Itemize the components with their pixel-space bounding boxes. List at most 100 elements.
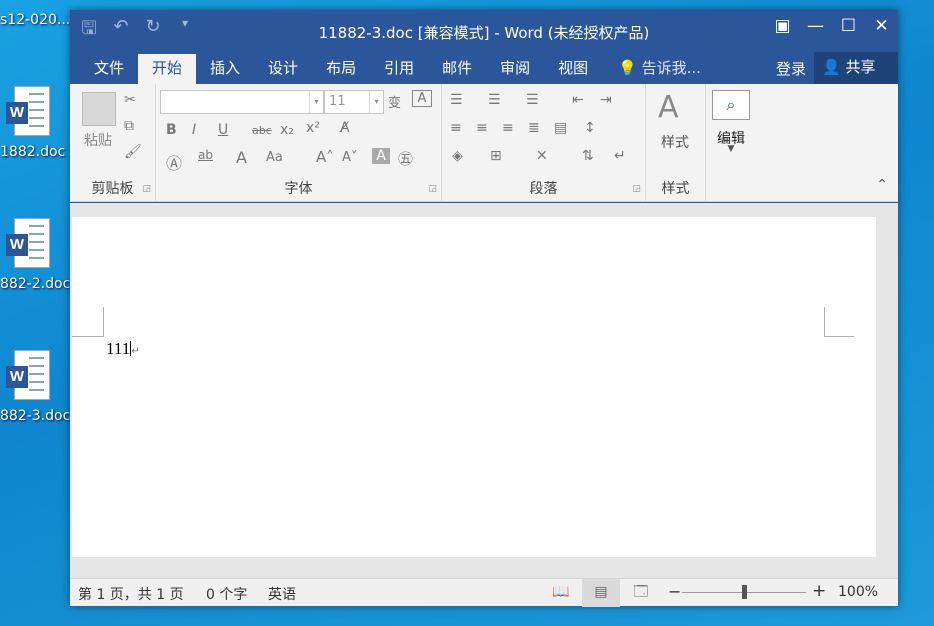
shrink-font-icon[interactable]: A˅: [342, 150, 357, 165]
tell-me-box[interactable]: 💡 告诉我...: [618, 54, 701, 84]
font-family-combo[interactable]: ▾: [160, 90, 324, 114]
group-clipboard: 粘贴 ✂ ⧉ 🖌 剪贴板 ◲: [70, 84, 156, 202]
ribbon-display-icon[interactable]: ▣: [766, 10, 799, 42]
title-bar: 🖫 ↶ ↻ ▾ 11882-3.doc [兼容模式] - Word (未经授权产…: [70, 10, 898, 52]
dialog-launcher-icon[interactable]: ◲: [142, 184, 151, 194]
tab-mailings[interactable]: 邮件: [428, 54, 486, 84]
align-center-icon[interactable]: ≡: [476, 120, 488, 136]
group-label-paragraph: 段落: [529, 181, 558, 197]
decrease-indent-icon[interactable]: ⇤: [572, 92, 584, 108]
search-icon[interactable]: ⌕: [712, 90, 750, 120]
change-case-icon[interactable]: Aa: [266, 150, 283, 165]
borders-icon[interactable]: ⊞: [490, 148, 502, 164]
status-bar: 第 1 页，共 1 页 0 个字 英语 📖 ▤ 🗔 − + 100%: [70, 578, 898, 607]
tab-review[interactable]: 审阅: [486, 54, 544, 84]
char-shading-icon[interactable]: A: [372, 148, 390, 164]
desktop-doc-icon-3[interactable]: W 882-3.doc: [0, 350, 70, 424]
underline-icon[interactable]: U: [218, 122, 228, 138]
collapse-ribbon-icon[interactable]: ⌃: [876, 177, 888, 193]
minimize-button[interactable]: —: [799, 10, 832, 42]
share-button[interactable]: 👤 共享: [814, 52, 898, 84]
distributed-icon[interactable]: ▤: [554, 120, 567, 136]
document-text[interactable]: 111↵: [106, 339, 140, 359]
multilevel-list-icon[interactable]: ☰: [526, 92, 539, 108]
justify-icon[interactable]: ≣: [528, 120, 540, 136]
zoom-in-button[interactable]: +: [812, 581, 826, 601]
word-count[interactable]: 0 个字: [206, 584, 247, 604]
tab-view[interactable]: 视图: [544, 54, 602, 84]
line-spacing-icon[interactable]: ↕: [584, 120, 596, 136]
tab-references[interactable]: 引用: [370, 54, 428, 84]
margin-corner-mark: [72, 307, 104, 337]
cut-icon[interactable]: ✂: [124, 92, 136, 108]
tab-insert[interactable]: 插入: [196, 54, 254, 84]
tab-design[interactable]: 设计: [254, 54, 312, 84]
font-size-combo[interactable]: 11 ▾: [324, 90, 384, 114]
web-layout-icon[interactable]: 🗔: [622, 579, 660, 607]
desktop-doc-icon-1[interactable]: W 1882.doc: [0, 86, 70, 160]
highlight-icon[interactable]: ab: [198, 148, 213, 162]
close-button[interactable]: ✕: [865, 10, 898, 42]
lightbulb-icon: 💡: [618, 59, 637, 77]
char-border-icon[interactable]: A: [412, 90, 432, 107]
paragraph-mark-icon: ↵: [131, 346, 140, 357]
word-doc-icon: W: [6, 350, 50, 404]
login-button[interactable]: 登录: [776, 58, 806, 79]
italic-icon[interactable]: I: [192, 122, 196, 138]
zoom-level[interactable]: 100%: [838, 584, 878, 600]
copy-icon[interactable]: ⧉: [124, 118, 134, 134]
subscript-icon[interactable]: x₂: [280, 122, 294, 138]
numbering-icon[interactable]: ☰: [488, 92, 501, 108]
document-page[interactable]: 111↵: [72, 217, 876, 557]
increase-indent-icon[interactable]: ⇥: [600, 92, 612, 108]
document-area[interactable]: 111↵: [70, 203, 898, 578]
strikethrough-icon[interactable]: abc: [252, 124, 272, 137]
group-styles: A 样式 样式: [646, 84, 706, 202]
show-marks-icon[interactable]: ↵: [614, 148, 626, 164]
dialog-launcher-icon[interactable]: ◲: [428, 184, 437, 194]
group-label-font: 字体: [284, 181, 313, 197]
shading-icon[interactable]: ◈: [452, 148, 463, 164]
desktop-doc-icon-2[interactable]: W 882-2.doc: [0, 218, 70, 292]
read-mode-icon[interactable]: 📖: [542, 579, 580, 607]
group-font: ▾ 11 ▾ 变 A B I U abc x₂ x² A̸ Ⓐ ab A Aa A…: [156, 84, 442, 202]
align-left-icon[interactable]: ≡: [450, 120, 462, 136]
bold-icon[interactable]: B: [166, 122, 177, 138]
ribbon: 粘贴 ✂ ⧉ 🖌 剪贴板 ◲ ▾ 11 ▾ 变 A B I U abc x₂ x²…: [70, 84, 898, 202]
window-controls: ▣ — ☐ ✕: [766, 10, 898, 42]
tab-layout[interactable]: 布局: [312, 54, 370, 84]
text-effects-icon[interactable]: Ⓐ: [166, 150, 182, 174]
maximize-button[interactable]: ☐: [832, 10, 865, 42]
styles-button[interactable]: 样式: [650, 132, 700, 152]
desktop-file-label[interactable]: s12-020...: [0, 12, 70, 28]
superscript-icon[interactable]: x²: [306, 120, 320, 136]
chinese-layout-icon[interactable]: ✕: [536, 148, 548, 164]
tab-file[interactable]: 文件: [80, 54, 138, 84]
group-paragraph: ☰ ☰ ☰ ⇤ ⇥ ≡ ≡ ≡ ≣ ▤ ↕ ◈ ⊞ ✕ ⇅ ↵ 段落 ◲: [442, 84, 646, 202]
grow-font-icon[interactable]: A˄: [316, 148, 334, 166]
person-icon: 👤: [822, 58, 841, 76]
clear-formatting-icon[interactable]: A̸: [340, 120, 350, 136]
margin-corner-mark: [824, 307, 854, 337]
dialog-launcher-icon[interactable]: ◲: [632, 184, 641, 194]
paste-label[interactable]: 粘贴: [78, 130, 118, 150]
bullets-icon[interactable]: ☰: [450, 92, 463, 108]
align-right-icon[interactable]: ≡: [502, 120, 514, 136]
ribbon-tabs: 文件 开始 插入 设计 布局 引用 邮件 审阅 视图 💡 告诉我... 登录 👤…: [70, 52, 898, 84]
font-color-icon[interactable]: A: [236, 148, 247, 167]
styles-icon[interactable]: A: [658, 90, 679, 125]
word-window: 🖫 ↶ ↻ ▾ 11882-3.doc [兼容模式] - Word (未经授权产…: [70, 10, 898, 607]
paste-icon[interactable]: [82, 92, 116, 126]
page-count[interactable]: 第 1 页，共 1 页: [78, 584, 184, 604]
zoom-out-button[interactable]: −: [668, 582, 681, 601]
chevron-down-icon: ▼: [727, 144, 735, 154]
enclose-chars-icon[interactable]: ㊄: [398, 148, 413, 169]
zoom-slider-thumb[interactable]: [742, 585, 747, 599]
phonetic-guide-icon[interactable]: 变: [388, 92, 401, 111]
format-painter-icon[interactable]: 🖌: [124, 144, 142, 160]
language-status[interactable]: 英语: [268, 584, 296, 604]
print-layout-icon[interactable]: ▤: [582, 579, 620, 607]
group-editing: ⌕ 编辑 ▼: [706, 84, 756, 202]
sort-icon[interactable]: ⇅: [582, 148, 594, 164]
tab-home[interactable]: 开始: [138, 54, 197, 84]
